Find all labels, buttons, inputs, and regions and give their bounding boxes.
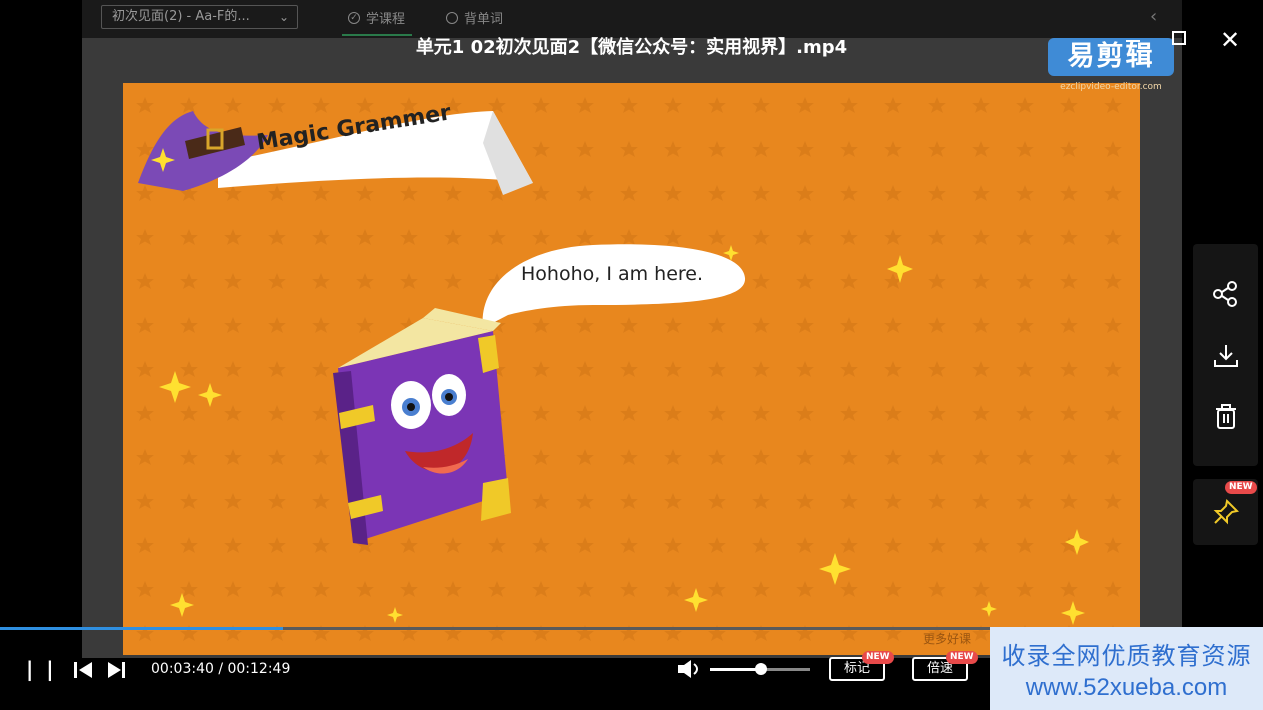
promo-slogan: 收录全网优质教育资源 — [1001, 642, 1252, 670]
share-icon[interactable] — [1212, 280, 1240, 312]
next-icon[interactable] — [106, 660, 128, 684]
promo-url: www.52xueba.com — [1025, 674, 1228, 701]
new-badge: NEW — [946, 651, 978, 664]
delete-icon[interactable] — [1212, 403, 1240, 435]
video-frame[interactable]: Magic Grammer Hohoho, I am here. 更多好课 — [123, 83, 1140, 655]
watermark-url: ezclipvideo-editor.com — [1060, 82, 1162, 92]
volume-icon[interactable] — [676, 658, 702, 684]
new-badge: NEW — [1225, 481, 1257, 494]
chevron-left-icon[interactable]: ‹ — [1150, 6, 1157, 27]
tab-learn-label: 学课程 — [366, 12, 406, 27]
circle-icon — [446, 11, 458, 24]
volume-knob[interactable] — [755, 663, 767, 675]
course-select[interactable]: 初次见面(2) - Aa-F的... ⌄ — [101, 5, 298, 29]
pin-icon[interactable] — [1212, 498, 1240, 530]
chevron-down-icon: ⌄ — [278, 10, 289, 24]
speech-bubble-text: Hohoho, I am here. — [521, 263, 704, 285]
check-circle-icon: ✓ — [348, 11, 360, 24]
pause-icon[interactable]: | | — [26, 657, 57, 681]
minimize-icon[interactable] — [1126, 40, 1140, 42]
video-title: 单元1 02初次见面2【微信公众号：实用视界】.mp4 — [415, 37, 848, 58]
tab-words[interactable]: 背单词 — [446, 8, 503, 27]
volume-fill — [710, 668, 760, 671]
new-badge: NEW — [862, 651, 894, 664]
tab-words-label: 背单词 — [464, 12, 504, 27]
download-icon[interactable] — [1212, 342, 1240, 374]
time-display: 00:03:40 / 00:12:49 — [151, 661, 291, 677]
maximize-icon[interactable] — [1172, 31, 1186, 45]
previous-icon[interactable] — [72, 660, 94, 684]
close-icon[interactable]: ✕ — [1220, 26, 1240, 54]
tab-learn[interactable]: ✓ 学课程 — [348, 8, 405, 27]
course-select-value: 初次见面(2) - Aa-F的... — [112, 9, 250, 24]
video-artwork — [123, 83, 1140, 655]
